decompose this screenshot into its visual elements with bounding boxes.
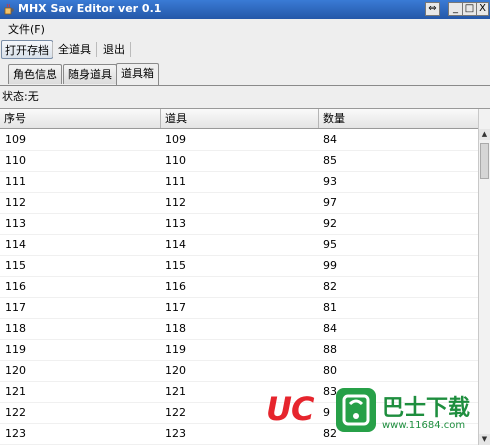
table-row[interactable]: 109 109 84 [0, 129, 479, 151]
table-row[interactable]: 117 117 81 [0, 297, 479, 319]
cell-index[interactable]: 110 [0, 150, 165, 171]
cell-item[interactable]: 119 [160, 339, 323, 360]
cell-index[interactable]: 112 [0, 192, 165, 213]
cell-index[interactable]: 122 [0, 402, 165, 423]
cell-index[interactable]: 109 [0, 129, 165, 150]
menu-file[interactable]: 文件(F) [8, 21, 45, 37]
menu-bar: 文件(F) [0, 19, 490, 37]
cell-index[interactable]: 117 [0, 297, 165, 318]
toolbar: 打开存档 全道具 退出 [0, 37, 490, 63]
cell-index[interactable]: 115 [0, 255, 165, 276]
watermark-url: www.11684.com [382, 420, 466, 431]
cell-quantity[interactable]: 93 [318, 171, 484, 192]
table-row[interactable]: 110 110 85 [0, 150, 479, 172]
cell-item[interactable]: 112 [160, 192, 323, 213]
scroll-thumb[interactable] [480, 143, 489, 179]
cell-item[interactable]: 120 [160, 360, 323, 381]
cell-item[interactable]: 117 [160, 297, 323, 318]
cell-index[interactable]: 120 [0, 360, 165, 381]
cell-quantity[interactable]: 81 [318, 297, 484, 318]
watermark: UC 巴士下载 www.11684.com [264, 382, 490, 444]
tab-bar: 角色信息 随身道具 道具箱 [0, 63, 490, 86]
watermark-badge-icon [336, 388, 376, 432]
table-row[interactable]: 115 115 99 [0, 255, 479, 277]
table-row[interactable]: 112 112 97 [0, 192, 479, 214]
table-row[interactable]: 113 113 92 [0, 213, 479, 235]
toolbar-separator [52, 42, 53, 57]
toolbar-separator [96, 42, 97, 57]
cell-item[interactable]: 116 [160, 276, 323, 297]
cell-index[interactable]: 123 [0, 423, 165, 444]
arrow-up-icon[interactable]: ▲ [479, 129, 490, 140]
table-row[interactable]: 116 116 82 [0, 276, 479, 298]
column-header-quantity[interactable]: 数量 [319, 109, 479, 128]
open-save-button[interactable]: 打开存档 [1, 40, 53, 59]
watermark-logo: UC [266, 390, 314, 428]
cell-index[interactable]: 121 [0, 381, 165, 402]
restore-button[interactable]: ⇔ [425, 2, 440, 16]
all-items-button[interactable]: 全道具 [55, 40, 94, 59]
minimize-button[interactable]: _ [448, 2, 463, 16]
cell-item[interactable]: 110 [160, 150, 323, 171]
column-header-index[interactable]: 序号 [0, 109, 161, 128]
cell-item[interactable]: 109 [160, 129, 323, 150]
status-label: 状态:无 [2, 90, 39, 103]
tab-carried-items[interactable]: 随身道具 [63, 64, 117, 84]
cell-item[interactable]: 113 [160, 213, 323, 234]
table-header: 序号 道具 数量 [0, 109, 479, 129]
cell-index[interactable]: 113 [0, 213, 165, 234]
cell-quantity[interactable]: 84 [318, 318, 484, 339]
maximize-button[interactable]: □ [462, 2, 477, 16]
cell-quantity[interactable]: 99 [318, 255, 484, 276]
exit-button[interactable]: 退出 [100, 40, 128, 59]
cell-quantity[interactable]: 88 [318, 339, 484, 360]
cell-quantity[interactable]: 97 [318, 192, 484, 213]
cell-item[interactable]: 118 [160, 318, 323, 339]
tab-item-box[interactable]: 道具箱 [116, 63, 159, 85]
cell-quantity[interactable]: 80 [318, 360, 484, 381]
cell-quantity[interactable]: 84 [318, 129, 484, 150]
watermark-name: 巴士下载 [382, 396, 471, 421]
table-row[interactable]: 120 120 80 [0, 360, 479, 382]
cell-item[interactable]: 115 [160, 255, 323, 276]
cell-quantity[interactable]: 95 [318, 234, 484, 255]
cell-quantity[interactable]: 82 [318, 276, 484, 297]
toolbar-separator [130, 42, 131, 57]
table-row[interactable]: 111 111 93 [0, 171, 479, 193]
title-bar: MHX Sav Editor ver 0.1 ⇔ _ □ X [0, 0, 490, 19]
cell-quantity[interactable]: 92 [318, 213, 484, 234]
table-row[interactable]: 119 119 88 [0, 339, 479, 361]
cell-index[interactable]: 114 [0, 234, 165, 255]
cell-index[interactable]: 118 [0, 318, 165, 339]
java-cup-icon [4, 3, 14, 15]
cell-index[interactable]: 111 [0, 171, 165, 192]
cell-index[interactable]: 116 [0, 276, 165, 297]
cell-item[interactable]: 114 [160, 234, 323, 255]
cell-index[interactable]: 119 [0, 339, 165, 360]
cell-item[interactable]: 111 [160, 171, 323, 192]
window-title: MHX Sav Editor ver 0.1 [18, 2, 162, 15]
column-header-item[interactable]: 道具 [161, 109, 319, 128]
table-row[interactable]: 114 114 95 [0, 234, 479, 256]
cell-quantity[interactable]: 85 [318, 150, 484, 171]
table-row[interactable]: 118 118 84 [0, 318, 479, 340]
close-button[interactable]: X [476, 2, 489, 16]
tab-character-info[interactable]: 角色信息 [8, 64, 62, 84]
